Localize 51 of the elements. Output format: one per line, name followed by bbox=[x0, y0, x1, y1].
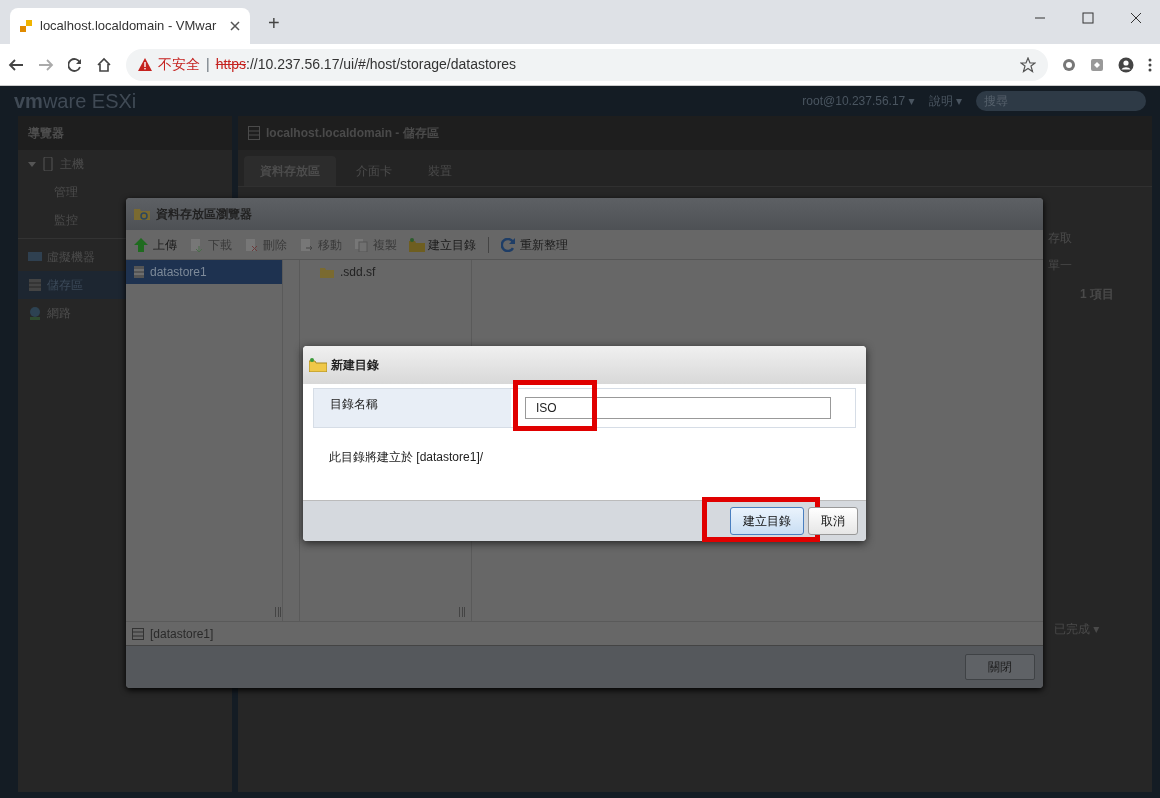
folder-name-field[interactable]: ISO bbox=[525, 397, 831, 419]
dialog-button[interactable]: 取消 bbox=[808, 507, 858, 535]
site-favicon bbox=[20, 20, 32, 32]
toolbar-button[interactable]: 建立目錄 bbox=[409, 235, 476, 254]
star-icon[interactable] bbox=[1020, 56, 1036, 73]
url-text: https://10.237.56.17/ui/#/host/storage/datastores bbox=[215, 55, 517, 74]
account-icon[interactable] bbox=[1118, 56, 1134, 73]
dialog-button[interactable]: 建立目錄 bbox=[730, 507, 804, 535]
storage-icon bbox=[28, 278, 42, 292]
folder-search-icon bbox=[134, 207, 150, 221]
storage-icon bbox=[132, 627, 144, 640]
datastore-item[interactable]: datastore1 bbox=[126, 260, 282, 284]
delete-icon bbox=[244, 237, 260, 252]
close-button[interactable]: 關閉 bbox=[965, 654, 1035, 680]
folder-icon bbox=[320, 266, 334, 278]
move-icon bbox=[299, 237, 315, 252]
folder-icon bbox=[409, 237, 425, 252]
user-menu[interactable]: root@10.237.56.17 ▾ bbox=[802, 92, 915, 110]
network-icon bbox=[28, 306, 42, 320]
close-icon[interactable] bbox=[1130, 12, 1142, 24]
divider-glyph: | bbox=[206, 55, 210, 74]
tab-title: localhost.localdomain - VMwar bbox=[40, 17, 218, 36]
close-icon[interactable] bbox=[230, 21, 240, 31]
storage-icon bbox=[248, 126, 260, 140]
resize-grip-icon[interactable] bbox=[459, 607, 465, 617]
window-title: 資料存放區瀏覽器 bbox=[156, 206, 252, 223]
folder-icon bbox=[309, 358, 327, 372]
download-icon bbox=[189, 237, 205, 252]
warning-icon bbox=[138, 58, 152, 71]
file-item[interactable]: .sdd.sf bbox=[312, 260, 471, 284]
address-bar[interactable]: 不安全 | https://10.237.56.17/ui/#/host/storage/datastores bbox=[126, 48, 1048, 81]
field-label: 目錄名稱 bbox=[314, 389, 511, 427]
message-text: 此目錄將建立於 [datastore1]/ bbox=[328, 449, 485, 466]
back-arrow-icon[interactable] bbox=[8, 57, 24, 72]
home-icon[interactable] bbox=[96, 56, 112, 73]
reload-icon[interactable] bbox=[68, 57, 82, 72]
dialog-title: 新建目錄 bbox=[331, 357, 379, 374]
copy-icon bbox=[354, 237, 370, 252]
toolbar-button[interactable]: 重新整理 bbox=[501, 235, 568, 254]
refresh-icon bbox=[501, 237, 517, 252]
storage-icon bbox=[134, 266, 144, 278]
path-label: [datastore1] bbox=[150, 625, 214, 643]
resize-grip-icon[interactable] bbox=[275, 607, 281, 617]
menu-icon[interactable] bbox=[1148, 57, 1152, 72]
maximize-icon[interactable] bbox=[1082, 12, 1094, 24]
upload-icon bbox=[134, 237, 150, 252]
browser-tab[interactable]: localhost.localdomain - VMwar bbox=[10, 8, 250, 44]
new-tab-button[interactable]: + bbox=[264, 8, 284, 38]
vm-icon bbox=[28, 250, 42, 264]
security-label: 不安全 bbox=[158, 55, 200, 74]
host-icon bbox=[41, 157, 55, 171]
